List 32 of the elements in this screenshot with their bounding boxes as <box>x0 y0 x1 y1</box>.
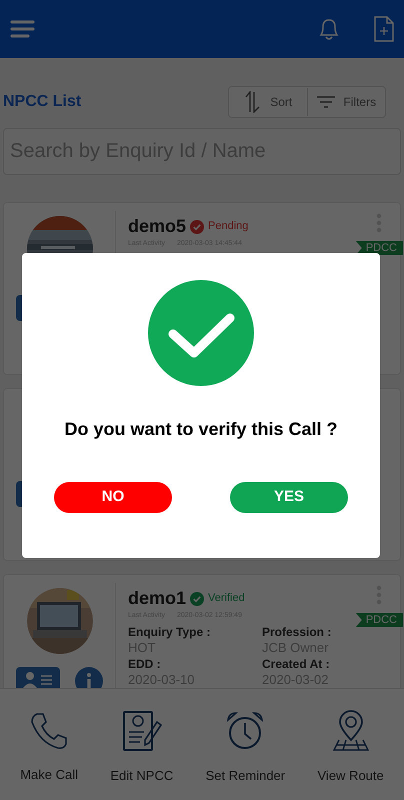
nav-action-button[interactable]: View Route <box>318 704 384 786</box>
filter-icon <box>316 95 336 109</box>
edit-form-icon <box>122 710 162 752</box>
customer-name: demo1 <box>128 587 186 610</box>
field-label: Profession : <box>262 624 332 640</box>
check-badge-icon <box>190 220 204 234</box>
map-pin-icon <box>330 710 371 752</box>
info-icon[interactable] <box>75 667 103 688</box>
field-label: EDD : <box>128 656 162 672</box>
category-ribbon: PDCC <box>356 613 403 627</box>
add-document-icon[interactable] <box>374 16 394 42</box>
yes-button[interactable]: YES <box>230 482 348 513</box>
check-badge-icon <box>190 592 204 606</box>
status-label: Verified <box>208 591 245 606</box>
nav-action-button[interactable]: Set Reminder <box>206 704 286 786</box>
category-ribbon: PDCC <box>356 241 403 255</box>
menu-icon[interactable] <box>10 19 35 39</box>
nav-action-button[interactable]: Edit NPCC <box>110 704 174 786</box>
field-label: Created At : <box>262 656 331 672</box>
dialog-message: Do you want to verify this Call ? <box>64 418 338 441</box>
nav-action-button[interactable]: Make Call <box>20 704 78 784</box>
filters-button[interactable]: Filters <box>308 87 385 117</box>
no-button[interactable]: NO <box>54 482 172 513</box>
alarm-clock-icon <box>225 710 266 752</box>
customer-name: demo5 <box>128 215 186 238</box>
phone-icon <box>29 710 70 751</box>
check-icon <box>148 280 254 386</box>
contact-card-button[interactable] <box>16 667 60 688</box>
status-label: Pending <box>208 219 248 234</box>
sort-button[interactable]: Sort <box>229 87 306 117</box>
page-title: NPCC List <box>3 92 82 112</box>
field-label: Enquiry Type : <box>128 624 212 640</box>
